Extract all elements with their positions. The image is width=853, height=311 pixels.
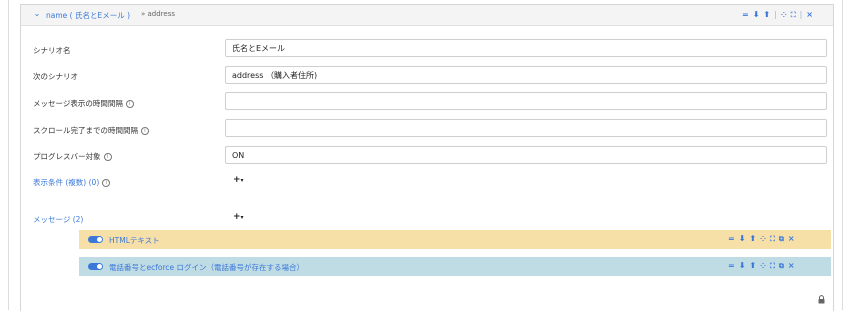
equals-icon[interactable]: = bbox=[728, 261, 735, 271]
enable-toggle[interactable] bbox=[88, 236, 103, 243]
close-icon[interactable]: × bbox=[806, 10, 813, 20]
message-item[interactable]: 電話番号とecforce ログイン（電話番号が存在する場合） = ⬇ ⬆ ⁘ ⛶… bbox=[79, 257, 831, 276]
expand-icon[interactable]: ⛶ bbox=[770, 234, 775, 244]
progress-text: プログレスバー対象 bbox=[33, 152, 101, 161]
lock-icon bbox=[818, 295, 825, 304]
collapse-icon[interactable]: ⁘ bbox=[760, 261, 766, 271]
plus-icon: + bbox=[233, 212, 241, 222]
progress-label: プログレスバー対象 i bbox=[33, 151, 112, 162]
arrow-down-icon[interactable]: ⬇ bbox=[739, 234, 746, 244]
info-icon[interactable]: i bbox=[125, 100, 134, 108]
equals-icon[interactable]: = bbox=[728, 234, 735, 244]
scenario-panel: ⌄ name ( 氏名とEメール ) » address = ⬇ ⬆ | ⁘ ⛶… bbox=[20, 4, 834, 311]
next-scenario-field[interactable]: address （購入者住所) bbox=[225, 66, 827, 84]
message-item[interactable]: HTMLテキスト = ⬇ ⬆ ⁘ ⛶ ⧉ × bbox=[79, 230, 831, 249]
message-toolbar: = ⬇ ⬆ ⁘ ⛶ ⧉ × bbox=[728, 261, 795, 271]
scroll-interval-field[interactable] bbox=[225, 119, 827, 137]
arrow-up-icon[interactable]: ⬆ bbox=[749, 234, 756, 244]
equals-icon[interactable]: = bbox=[742, 10, 749, 20]
caret-down-icon: ▾ bbox=[240, 214, 244, 221]
arrow-down-icon[interactable]: ⬇ bbox=[753, 10, 760, 20]
info-icon[interactable]: i bbox=[102, 179, 111, 187]
msg-interval-text: メッセージ表示の時間間隔 bbox=[33, 99, 123, 108]
header-toolbar: = ⬇ ⬆ | ⁘ ⛶ | × bbox=[742, 10, 813, 20]
chevron-down-icon[interactable]: ⌄ bbox=[32, 9, 42, 19]
separator: | bbox=[799, 10, 803, 19]
message-label[interactable]: 電話番号とecforce ログイン（電話番号が存在する場合） bbox=[109, 262, 304, 273]
scroll-interval-text: スクロール完了までの時間間隔 bbox=[33, 126, 138, 135]
copy-icon[interactable]: ⧉ bbox=[779, 234, 784, 244]
msg-interval-label: メッセージ表示の時間間隔 i bbox=[33, 98, 134, 109]
arrow-up-icon[interactable]: ⬆ bbox=[763, 10, 770, 20]
arrow-up-icon[interactable]: ⬆ bbox=[749, 261, 756, 271]
conditions-text[interactable]: 表示条件 (複数) (0) bbox=[33, 178, 99, 187]
copy-icon[interactable]: ⧉ bbox=[779, 261, 784, 271]
scenario-name-field[interactable]: 氏名とEメール bbox=[225, 39, 827, 57]
panel-header[interactable]: ⌄ name ( 氏名とEメール ) » address = ⬇ ⬆ | ⁘ ⛶… bbox=[21, 5, 833, 26]
close-icon[interactable]: × bbox=[788, 234, 795, 244]
arrow-down-icon[interactable]: ⬇ bbox=[739, 261, 746, 271]
close-icon[interactable]: × bbox=[788, 261, 795, 271]
scenario-title[interactable]: name ( 氏名とEメール ) bbox=[46, 10, 130, 21]
collapse-icon[interactable]: ⁘ bbox=[760, 234, 766, 244]
progress-field[interactable]: ON bbox=[225, 146, 827, 164]
expand-icon[interactable]: ⛶ bbox=[791, 10, 796, 20]
separator: | bbox=[774, 10, 777, 19]
caret-down-icon: ▾ bbox=[240, 177, 244, 184]
add-message-button[interactable]: +▾ bbox=[233, 212, 244, 222]
info-icon[interactable]: i bbox=[103, 153, 112, 161]
enable-toggle[interactable] bbox=[88, 263, 103, 270]
conditions-label[interactable]: 表示条件 (複数) (0) i bbox=[33, 177, 111, 188]
expand-icon[interactable]: ⛶ bbox=[770, 261, 775, 271]
message-label[interactable]: HTMLテキスト bbox=[109, 235, 160, 246]
scenario-name-label: シナリオ名 bbox=[33, 46, 71, 55]
msg-interval-field[interactable] bbox=[225, 92, 827, 110]
message-toolbar: = ⬇ ⬆ ⁘ ⛶ ⧉ × bbox=[728, 234, 795, 244]
info-icon[interactable]: i bbox=[141, 127, 149, 135]
plus-icon: + bbox=[233, 175, 241, 185]
messages-label[interactable]: メッセージ (2) bbox=[33, 214, 83, 225]
next-scenario-label: 次のシナリオ bbox=[33, 72, 78, 81]
next-scenario-hint: » address bbox=[141, 10, 176, 18]
scroll-interval-label: スクロール完了までの時間間隔 i bbox=[33, 125, 149, 136]
collapse-icon[interactable]: ⁘ bbox=[781, 10, 787, 20]
add-condition-button[interactable]: +▾ bbox=[233, 175, 244, 185]
